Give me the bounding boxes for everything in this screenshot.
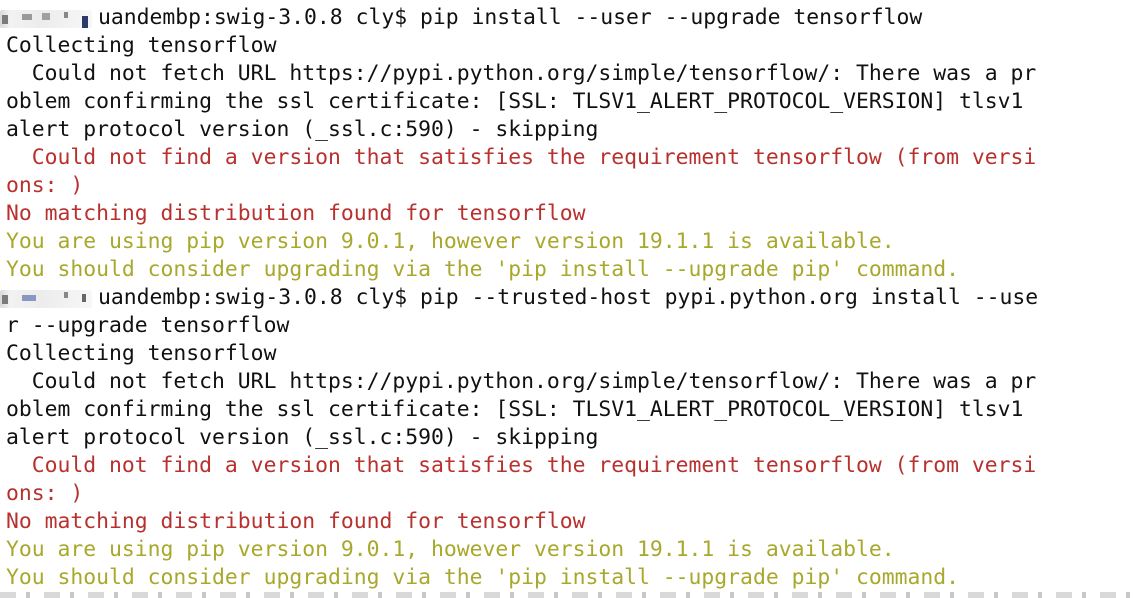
terminal-line: ons: ) bbox=[6, 173, 84, 198]
next-prompt-cutoff bbox=[0, 592, 1136, 598]
terminal-line: r --upgrade tensorflow bbox=[6, 313, 290, 338]
terminal-line: oblem confirming the ssl certificate: [S… bbox=[6, 397, 1024, 422]
terminal-line: Collecting tensorflow bbox=[6, 341, 277, 366]
terminal-line: Could not fetch URL https://pypi.python.… bbox=[6, 369, 1037, 394]
terminal-line: You are using pip version 9.0.1, however… bbox=[6, 229, 895, 254]
terminal-line: You should consider upgrading via the 'p… bbox=[6, 257, 959, 282]
terminal-line: Could not fetch URL https://pypi.python.… bbox=[6, 61, 1037, 86]
terminal-line: ons: ) bbox=[6, 481, 84, 506]
terminal-line: Could not find a version that satisfies … bbox=[6, 453, 1037, 478]
terminal-line: You are using pip version 9.0.1, however… bbox=[6, 537, 895, 562]
terminal-line: Collecting tensorflow bbox=[6, 33, 277, 58]
terminal-line: alert protocol version (_ssl.c:590) - sk… bbox=[6, 117, 599, 142]
terminal-line: No matching distribution found for tenso… bbox=[6, 201, 586, 226]
terminal-window[interactable]: uandembp:swig-3.0.8 cly$ pip install --u… bbox=[0, 0, 1136, 598]
terminal-line: You should consider upgrading via the 'p… bbox=[6, 565, 959, 590]
terminal-line: oblem confirming the ssl certificate: [S… bbox=[6, 89, 1024, 114]
terminal-line: uandembp:swig-3.0.8 cly$ pip --trusted-h… bbox=[98, 285, 1039, 310]
terminal-line: alert protocol version (_ssl.c:590) - sk… bbox=[6, 425, 599, 450]
terminal-line: Could not find a version that satisfies … bbox=[6, 145, 1037, 170]
terminal-line: uandembp:swig-3.0.8 cly$ pip install --u… bbox=[98, 5, 923, 30]
terminal-line: No matching distribution found for tenso… bbox=[6, 509, 586, 534]
